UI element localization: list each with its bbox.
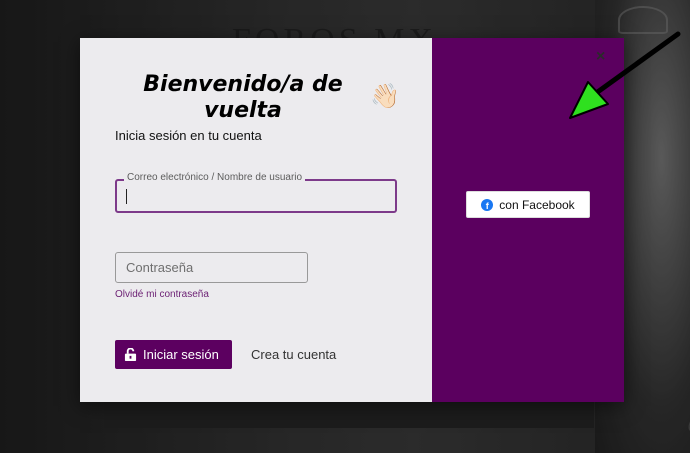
email-field-label: Correo electrónico / Nombre de usuario: [124, 172, 306, 183]
annotation-arrow: [569, 31, 681, 119]
login-panel: Bienvenido/a de vuelta 👋🏻 Inicia sesión …: [80, 38, 432, 402]
facebook-icon: f: [481, 198, 494, 211]
wave-emoji: 👋🏻: [370, 83, 400, 110]
modal-title: Bienvenido/a de vuelta: [143, 72, 343, 123]
email-input[interactable]: [125, 187, 385, 205]
password-input[interactable]: [116, 253, 307, 282]
facebook-button-label: con Facebook: [499, 197, 575, 212]
create-account-link[interactable]: Crea tu cuenta: [251, 347, 336, 362]
email-field[interactable]: Correo electrónico / Nombre de usuario: [115, 172, 397, 213]
facebook-login-button[interactable]: f con Facebook: [466, 191, 590, 218]
login-button[interactable]: Iniciar sesión: [115, 340, 232, 369]
lock-open-icon: [124, 348, 137, 361]
login-modal: Bienvenido/a de vuelta 👋🏻 Inicia sesión …: [80, 38, 624, 402]
modal-subtitle: Inicia sesión en tu cuenta: [115, 128, 262, 143]
password-field[interactable]: [115, 252, 308, 283]
forgot-password-link[interactable]: Olvidé mi contraseña: [115, 289, 209, 300]
login-button-label: Iniciar sesión: [143, 347, 219, 362]
text-caret: [126, 189, 127, 204]
